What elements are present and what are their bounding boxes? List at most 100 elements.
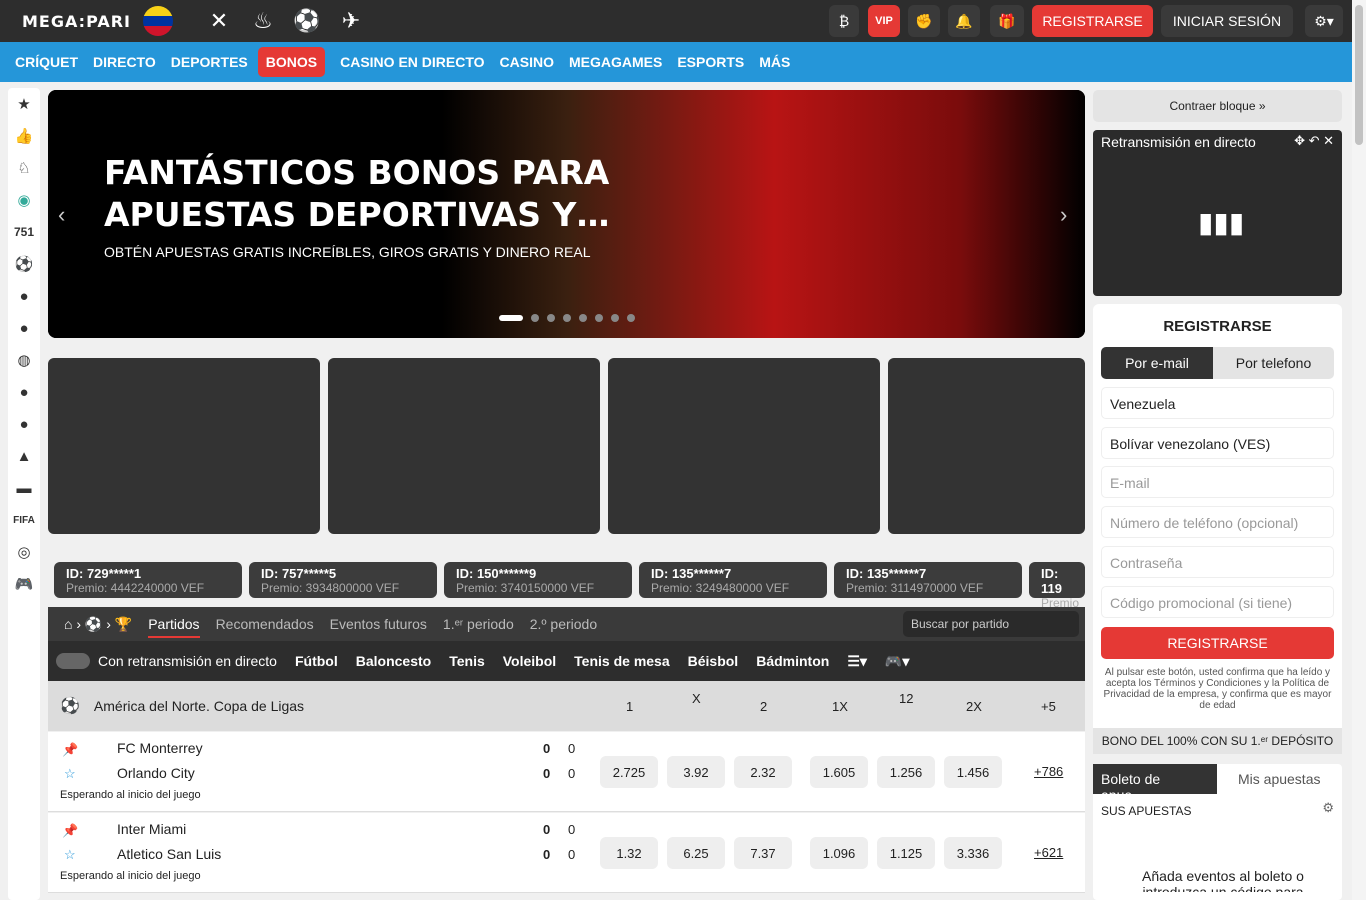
tab-periodo-2[interactable]: 2.º periodo (530, 616, 597, 632)
pin-icon[interactable]: 📌 (62, 742, 78, 758)
carousel-dot[interactable] (627, 314, 635, 322)
sport-futbol[interactable]: Fútbol (295, 653, 338, 669)
basketball-icon[interactable]: ● (8, 280, 40, 312)
sport-voleibol[interactable]: Voleibol (503, 653, 556, 669)
tab-my-bets[interactable]: Mis apuestas (1238, 771, 1320, 787)
nav-mas[interactable]: MÁS (759, 47, 790, 77)
carousel-dot[interactable] (531, 314, 539, 322)
carousel-dot[interactable] (499, 315, 523, 321)
odd-2x[interactable]: 3.336 (944, 837, 1002, 869)
star-icon[interactable]: ★ (8, 88, 40, 120)
sport-badminton[interactable]: Bádminton (756, 653, 829, 669)
match-row[interactable]: 📌 ☆ Inter Miami Atletico San Luis 0 0 0 … (48, 813, 1085, 893)
football-icon[interactable]: ⚽ (8, 248, 40, 280)
thumbs-up-icon[interactable]: 👍 (8, 120, 40, 152)
nav-cricket[interactable]: CRÍQUET (15, 47, 78, 77)
league-header[interactable]: ⚽ América del Norte. Copa de Ligas 1 X 2… (48, 681, 1085, 731)
carousel-dot[interactable] (547, 314, 555, 322)
hockey-icon[interactable]: ▬ (8, 472, 40, 504)
email-field[interactable]: E-mail (1101, 466, 1334, 498)
fist-icon[interactable]: ✊ (908, 5, 940, 37)
live-toggle[interactable] (56, 653, 90, 669)
table-tennis-icon[interactable]: ● (8, 376, 40, 408)
carousel-dot[interactable] (611, 314, 619, 322)
odd-1x[interactable]: 1.605 (810, 756, 868, 788)
currency-select[interactable]: Bolívar venezolano (VES) (1101, 427, 1334, 459)
globe-icon[interactable]: ◎ (8, 536, 40, 568)
home-icon[interactable]: ⌂ › ⚽ › 🏆 (64, 616, 132, 633)
match-row[interactable]: 📌 ☆ FC Monterrey Orlando City 0 0 0 0 Es… (48, 732, 1085, 812)
vip-button[interactable]: VIP (868, 5, 900, 37)
tab-by-email[interactable]: Por e-mail (1101, 347, 1213, 379)
nav-casino[interactable]: CASINO (500, 47, 554, 77)
carousel-dot[interactable] (595, 314, 603, 322)
more-markets-link[interactable]: +621 (1034, 845, 1063, 860)
register-button[interactable]: REGISTRARSE (1032, 5, 1153, 37)
baseball-icon[interactable]: ● (8, 408, 40, 440)
nav-casino-directo[interactable]: CASINO EN DIRECTO (340, 47, 484, 77)
nav-directo[interactable]: DIRECTO (93, 47, 156, 77)
hot-icon[interactable]: ♨ (247, 8, 279, 34)
country-select[interactable]: Venezuela (1101, 387, 1334, 419)
promo-card[interactable] (888, 358, 1085, 534)
nav-bonos[interactable]: BONOS (257, 47, 326, 77)
tab-futuros[interactable]: Eventos futuros (330, 616, 427, 632)
collapse-block-button[interactable]: Contraer bloque » (1093, 90, 1342, 122)
menu-icon[interactable]: ☰▾ (847, 653, 867, 670)
promo-banner[interactable]: FANTÁSTICOS BONOS PARA APUESTAS DEPORTIV… (48, 90, 1085, 338)
bitcoin-icon[interactable]: ₿ (829, 5, 859, 37)
nav-megagames[interactable]: MEGAGAMES (569, 47, 662, 77)
carousel-dot[interactable] (579, 314, 587, 322)
tab-betslip[interactable]: Boleto de apue… (1093, 764, 1217, 803)
promo-card[interactable] (328, 358, 600, 534)
sport-baloncesto[interactable]: Baloncesto (356, 653, 431, 669)
odd-1[interactable]: 1.32 (600, 837, 658, 869)
settings-gear-icon[interactable]: ⚙▾ (1305, 5, 1343, 37)
live-icon[interactable]: ◉ (8, 184, 40, 216)
promo-code-field[interactable]: Código promocional (si tiene) (1101, 586, 1334, 618)
promo-card[interactable] (608, 358, 880, 534)
logo[interactable]: MEGA:PARI (22, 12, 131, 31)
register-submit-button[interactable]: REGISTRARSE (1101, 627, 1334, 659)
fifa-icon[interactable]: FIFA (8, 504, 40, 536)
volleyball-icon[interactable]: ◍ (8, 344, 40, 376)
nav-deportes[interactable]: DEPORTES (171, 47, 248, 77)
more-markets-link[interactable]: +786 (1034, 764, 1063, 779)
bell-icon[interactable]: 🔔 (948, 5, 980, 37)
gamepad-icon[interactable]: 🎮▾ (885, 653, 909, 670)
sport-tenis-de-mesa[interactable]: Tenis de mesa (574, 653, 669, 669)
badminton-icon[interactable]: ▲ (8, 440, 40, 472)
chevron-left-icon[interactable]: ‹ (58, 202, 65, 228)
login-button[interactable]: INICIAR SESIÓN (1161, 5, 1293, 37)
phone-field[interactable]: Número de teléfono (opcional) (1101, 506, 1334, 538)
bonus-banner[interactable]: BONO DEL 100% CON SU 1.ᵉʳ DEPÓSITO (1093, 728, 1342, 754)
plane-icon[interactable]: ✈ (335, 8, 367, 34)
odd-x[interactable]: 3.92 (667, 756, 725, 788)
tennis-icon[interactable]: ● (8, 312, 40, 344)
odd-2x[interactable]: 1.456 (944, 756, 1002, 788)
football-icon[interactable]: ⚽ (291, 8, 323, 34)
pin-icon[interactable]: 📌 (62, 823, 78, 839)
tab-recomendados[interactable]: Recomendados (216, 616, 314, 632)
odd-12[interactable]: 1.256 (877, 756, 935, 788)
search-input[interactable]: Buscar por partido (903, 611, 1079, 637)
scrollbar-thumb[interactable] (1355, 5, 1363, 145)
nav-esports[interactable]: ESPORTS (677, 47, 744, 77)
close-icon[interactable]: ✥ ↶ ✕ (1294, 133, 1334, 149)
gamepad-icon[interactable]: 🎮 (8, 568, 40, 600)
gear-icon[interactable]: ⚙ (1322, 800, 1334, 816)
password-field[interactable]: Contraseña (1101, 546, 1334, 578)
tab-periodo-1[interactable]: 1.ᵉʳ periodo (443, 616, 514, 632)
sport-beisbol[interactable]: Béisbol (688, 653, 739, 669)
carousel-dot[interactable] (563, 314, 571, 322)
odd-2[interactable]: 2.32 (734, 756, 792, 788)
gift-icon[interactable]: 🎁 (990, 5, 1024, 37)
star-icon[interactable]: ☆ (64, 766, 76, 782)
odd-1x[interactable]: 1.096 (810, 837, 868, 869)
chevron-right-icon[interactable]: › (1060, 202, 1067, 228)
odd-2[interactable]: 7.37 (734, 837, 792, 869)
odd-1[interactable]: 2.725 (600, 756, 658, 788)
tab-by-phone[interactable]: Por telefono (1213, 347, 1334, 379)
promo-card[interactable] (48, 358, 320, 534)
award-icon[interactable]: ♘ (8, 152, 40, 184)
